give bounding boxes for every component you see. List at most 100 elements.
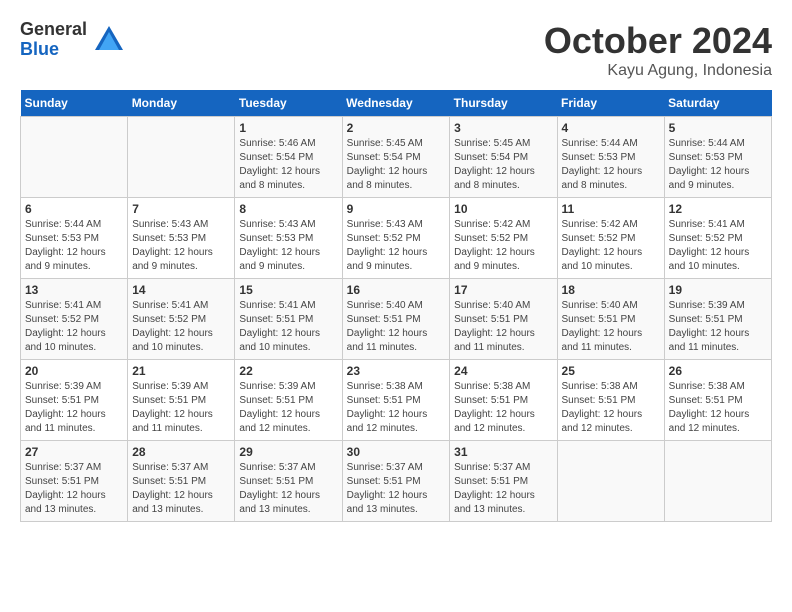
week-row-1: 1 Sunrise: 5:46 AMSunset: 5:54 PMDaylight…: [21, 117, 772, 198]
day-info: Sunrise: 5:43 AMSunset: 5:52 PMDaylight:…: [347, 218, 446, 274]
day-info: Sunrise: 5:44 AMSunset: 5:53 PMDaylight:…: [669, 137, 767, 193]
calendar-cell: [128, 117, 235, 198]
day-header-monday: Monday: [128, 90, 235, 117]
day-number: 31: [454, 445, 552, 459]
calendar-cell: 18 Sunrise: 5:40 AMSunset: 5:51 PMDayligh…: [557, 279, 664, 360]
day-info: Sunrise: 5:39 AMSunset: 5:51 PMDaylight:…: [239, 380, 337, 436]
logo-icon: [91, 22, 127, 58]
day-number: 17: [454, 283, 552, 297]
day-info: Sunrise: 5:41 AMSunset: 5:52 PMDaylight:…: [132, 299, 230, 355]
day-number: 26: [669, 364, 767, 378]
calendar-cell: 27 Sunrise: 5:37 AMSunset: 5:51 PMDayligh…: [21, 441, 128, 522]
calendar-cell: 7Sunrise: 5:43 AMSunset: 5:53 PMDaylight…: [128, 198, 235, 279]
subtitle: Kayu Agung, Indonesia: [544, 62, 772, 80]
calendar-cell: 14 Sunrise: 5:41 AMSunset: 5:52 PMDayligh…: [128, 279, 235, 360]
day-info: Sunrise: 5:44 AMSunset: 5:53 PMDaylight:…: [25, 218, 123, 274]
day-number: 12: [669, 202, 767, 216]
logo-general: General: [20, 19, 87, 39]
calendar-cell: 1 Sunrise: 5:46 AMSunset: 5:54 PMDaylight…: [235, 117, 342, 198]
calendar-cell: 11 Sunrise: 5:42 AMSunset: 5:52 PMDayligh…: [557, 198, 664, 279]
calendar-cell: 17 Sunrise: 5:40 AMSunset: 5:51 PMDayligh…: [450, 279, 557, 360]
day-number: 8: [239, 202, 337, 216]
day-header-wednesday: Wednesday: [342, 90, 450, 117]
day-info: Sunrise: 5:37 AMSunset: 5:51 PMDaylight:…: [454, 461, 552, 517]
day-number: 16: [347, 283, 446, 297]
calendar-cell: 6Sunrise: 5:44 AMSunset: 5:53 PMDaylight…: [21, 198, 128, 279]
day-number: 11: [562, 202, 660, 216]
calendar-cell: 15Sunrise: 5:41 AMSunset: 5:51 PMDayligh…: [235, 279, 342, 360]
day-info: Sunrise: 5:40 AMSunset: 5:51 PMDaylight:…: [454, 299, 552, 355]
calendar-cell: 5 Sunrise: 5:44 AMSunset: 5:53 PMDaylight…: [664, 117, 771, 198]
day-header-thursday: Thursday: [450, 90, 557, 117]
calendar-cell: 19Sunrise: 5:39 AMSunset: 5:51 PMDayligh…: [664, 279, 771, 360]
day-number: 3: [454, 121, 552, 135]
day-number: 5: [669, 121, 767, 135]
day-number: 13: [25, 283, 123, 297]
day-info: Sunrise: 5:40 AMSunset: 5:51 PMDaylight:…: [562, 299, 660, 355]
calendar-cell: 23 Sunrise: 5:38 AMSunset: 5:51 PMDayligh…: [342, 360, 450, 441]
calendar-cell: 30 Sunrise: 5:37 AMSunset: 5:51 PMDayligh…: [342, 441, 450, 522]
calendar-cell: 8Sunrise: 5:43 AMSunset: 5:53 PMDaylight…: [235, 198, 342, 279]
calendar-cell: 9 Sunrise: 5:43 AMSunset: 5:52 PMDaylight…: [342, 198, 450, 279]
day-number: 9: [347, 202, 446, 216]
day-info: Sunrise: 5:37 AMSunset: 5:51 PMDaylight:…: [347, 461, 446, 517]
day-header-saturday: Saturday: [664, 90, 771, 117]
calendar-cell: 24Sunrise: 5:38 AMSunset: 5:51 PMDayligh…: [450, 360, 557, 441]
day-number: 22: [239, 364, 337, 378]
day-number: 27: [25, 445, 123, 459]
day-number: 28: [132, 445, 230, 459]
day-info: Sunrise: 5:38 AMSunset: 5:51 PMDaylight:…: [347, 380, 446, 436]
day-header-tuesday: Tuesday: [235, 90, 342, 117]
logo: General Blue: [20, 20, 127, 60]
day-number: 18: [562, 283, 660, 297]
day-number: 30: [347, 445, 446, 459]
main-title: October 2024: [544, 20, 772, 62]
week-row-2: 6Sunrise: 5:44 AMSunset: 5:53 PMDaylight…: [21, 198, 772, 279]
calendar-table: SundayMondayTuesdayWednesdayThursdayFrid…: [20, 90, 772, 522]
day-number: 10: [454, 202, 552, 216]
day-info: Sunrise: 5:42 AMSunset: 5:52 PMDaylight:…: [562, 218, 660, 274]
day-number: 4: [562, 121, 660, 135]
day-info: Sunrise: 5:45 AMSunset: 5:54 PMDaylight:…: [454, 137, 552, 193]
day-info: Sunrise: 5:41 AMSunset: 5:52 PMDaylight:…: [669, 218, 767, 274]
calendar-cell: 20Sunrise: 5:39 AMSunset: 5:51 PMDayligh…: [21, 360, 128, 441]
day-header-sunday: Sunday: [21, 90, 128, 117]
day-header-friday: Friday: [557, 90, 664, 117]
day-info: Sunrise: 5:44 AMSunset: 5:53 PMDaylight:…: [562, 137, 660, 193]
day-number: 14: [132, 283, 230, 297]
day-number: 2: [347, 121, 446, 135]
day-number: 15: [239, 283, 337, 297]
calendar-cell: 26 Sunrise: 5:38 AMSunset: 5:51 PMDayligh…: [664, 360, 771, 441]
day-number: 20: [25, 364, 123, 378]
week-row-4: 20 Sunrise: 5:39 AMSunset: 5:51 PMDayligh…: [21, 360, 772, 441]
day-number: 23: [347, 364, 446, 378]
day-number: 1: [239, 121, 337, 135]
day-number: 19: [669, 283, 767, 297]
day-info: Sunrise: 5:43 AMSunset: 5:53 PMDaylight:…: [132, 218, 230, 274]
day-info: Sunrise: 5:41 AMSunset: 5:52 PMDaylight:…: [25, 299, 123, 355]
calendar-cell: 16Sunrise: 5:40 AMSunset: 5:51 PMDayligh…: [342, 279, 450, 360]
calendar-cell: 13 Sunrise: 5:41 AMSunset: 5:52 PMDayligh…: [21, 279, 128, 360]
calendar-cell: 4 Sunrise: 5:44 AMSunset: 5:53 PMDaylight…: [557, 117, 664, 198]
calendar-cell: 12 Sunrise: 5:41 AMSunset: 5:52 PMDayligh…: [664, 198, 771, 279]
calendar-cell: 10 Sunrise: 5:42 AMSunset: 5:52 PMDayligh…: [450, 198, 557, 279]
calendar-cell: 25 Sunrise: 5:38 AMSunset: 5:51 PMDayligh…: [557, 360, 664, 441]
day-info: Sunrise: 5:38 AMSunset: 5:51 PMDaylight:…: [669, 380, 767, 436]
calendar-cell: [557, 441, 664, 522]
calendar-cell: 21 Sunrise: 5:39 AMSunset: 5:51 PMDayligh…: [128, 360, 235, 441]
day-info: Sunrise: 5:38 AMSunset: 5:51 PMDaylight:…: [562, 380, 660, 436]
title-section: October 2024 Kayu Agung, Indonesia: [544, 20, 772, 80]
logo-blue: Blue: [20, 39, 59, 59]
day-info: Sunrise: 5:42 AMSunset: 5:52 PMDaylight:…: [454, 218, 552, 274]
day-info: Sunrise: 5:46 AMSunset: 5:54 PMDaylight:…: [239, 137, 337, 193]
calendar-cell: 31 Sunrise: 5:37 AMSunset: 5:51 PMDayligh…: [450, 441, 557, 522]
calendar-cell: [21, 117, 128, 198]
day-number: 29: [239, 445, 337, 459]
day-info: Sunrise: 5:38 AMSunset: 5:51 PMDaylight:…: [454, 380, 552, 436]
calendar-cell: 2Sunrise: 5:45 AMSunset: 5:54 PMDaylight…: [342, 117, 450, 198]
day-info: Sunrise: 5:37 AMSunset: 5:51 PMDaylight:…: [25, 461, 123, 517]
calendar-cell: 29Sunrise: 5:37 AMSunset: 5:51 PMDayligh…: [235, 441, 342, 522]
day-number: 25: [562, 364, 660, 378]
day-info: Sunrise: 5:39 AMSunset: 5:51 PMDaylight:…: [132, 380, 230, 436]
day-number: 21: [132, 364, 230, 378]
